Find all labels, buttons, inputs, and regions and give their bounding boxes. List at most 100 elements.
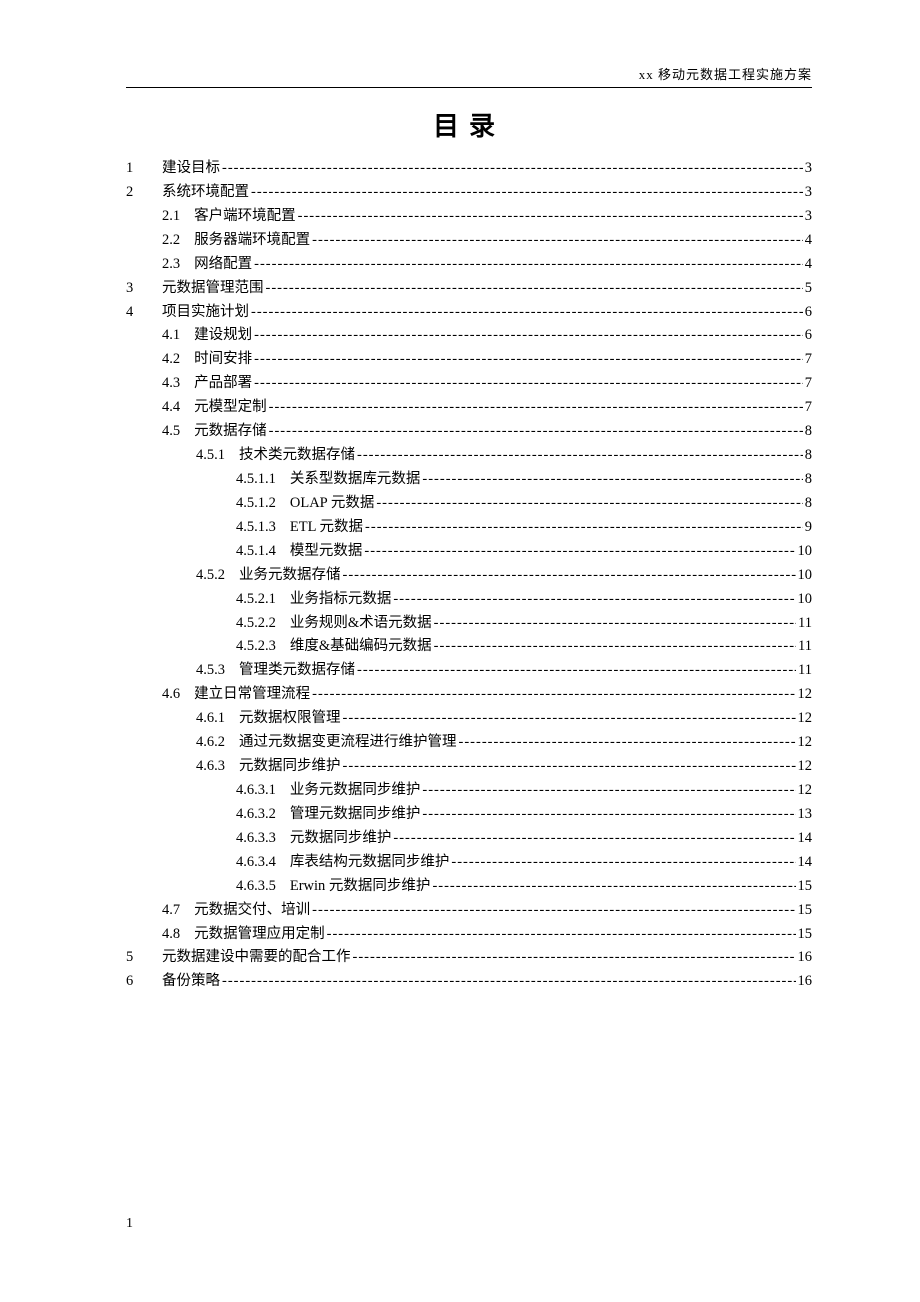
toc-leader — [269, 396, 803, 420]
toc-entry: 4.6建立日常管理流程12 — [126, 683, 812, 707]
toc-section-number: 4.5.1.3 — [236, 516, 290, 540]
toc-page-number: 10 — [796, 588, 813, 612]
toc-section-title: 元数据交付、培训 — [194, 899, 312, 923]
toc-entry: 4.5.1.3ETL 元数据 9 — [126, 516, 812, 540]
toc-leader — [327, 923, 796, 947]
toc-section-number: 4.6.3.2 — [236, 803, 290, 827]
toc-entry-body: 4.5.2.2业务规则&术语元数据11 — [162, 612, 812, 636]
toc-entry-body: 4.7元数据交付、培训15 — [162, 899, 812, 923]
toc-entry-body: 4.3产品部署 7 — [162, 372, 812, 396]
toc-leader — [222, 157, 803, 181]
toc-section-number: 4.6 — [162, 683, 194, 707]
toc-entry-body: 4.5.2.1业务指标元数据 10 — [162, 588, 812, 612]
toc-page-number: 3 — [803, 181, 812, 205]
toc-entry-body: 4.6建立日常管理流程12 — [162, 683, 812, 707]
toc-entry: 4.5.2.2业务规则&术语元数据11 — [126, 612, 812, 636]
toc-page-number: 5 — [803, 277, 812, 301]
toc-page-number: 8 — [803, 444, 812, 468]
toc-section-number: 2.1 — [162, 205, 194, 229]
toc-entry-body: 4.2时间安排 7 — [162, 348, 812, 372]
toc-leader — [251, 181, 803, 205]
toc-section-title: 元模型定制 — [194, 396, 269, 420]
toc-leader — [254, 348, 803, 372]
toc-section-title: 元数据管理应用定制 — [194, 923, 327, 947]
toc-entry: 2.3网络配置 4 — [126, 253, 812, 277]
toc-page-number: 13 — [796, 803, 813, 827]
toc-entry-body: 项目实施计划 6 — [162, 301, 812, 325]
toc-entry-body: 建设目标3 — [162, 157, 812, 181]
toc-leader — [254, 253, 803, 277]
toc-section-title: 通过元数据变更流程进行维护管理 — [239, 731, 459, 755]
toc-leader — [343, 564, 796, 588]
toc-section-title: 项目实施计划 — [162, 301, 251, 325]
toc-section-number: 4.6.1 — [196, 707, 239, 731]
toc-entry-body: 4.6.3.2管理元数据同步维护 13 — [162, 803, 812, 827]
toc-entry-body: 4.6.3.4库表结构元数据同步维护 14 — [162, 851, 812, 875]
toc-page-number: 7 — [803, 348, 812, 372]
toc-leader — [376, 492, 802, 516]
toc-leader — [393, 827, 795, 851]
toc-section-number: 4.6.3 — [196, 755, 239, 779]
toc-page-number: 6 — [803, 301, 812, 325]
toc-entry: 4.6.3.3元数据同步维护 14 — [126, 827, 812, 851]
toc-entry-body: 4.5.1.1关系型数据库元数据8 — [162, 468, 812, 492]
toc-leader — [422, 803, 795, 827]
toc-section-title: 元数据同步维护 — [290, 827, 394, 851]
toc-entry: 4.6.3.5Erwin 元数据同步维护 15 — [126, 875, 812, 899]
toc-page-number: 11 — [796, 635, 812, 659]
toc-page-number: 16 — [796, 946, 813, 970]
toc-section-number: 4.5.2.2 — [236, 612, 290, 636]
toc-section-title: 客户端环境配置 — [194, 205, 298, 229]
toc-entry: 3元数据管理范围 5 — [126, 277, 812, 301]
toc-leader — [269, 420, 803, 444]
toc-entry: 4.2时间安排 7 — [126, 348, 812, 372]
toc-entry: 4.5元数据存储 8 — [126, 420, 812, 444]
toc-page-number: 12 — [796, 731, 813, 755]
toc-leader — [357, 659, 796, 683]
toc-entry-body: 系统环境配置3 — [162, 181, 812, 205]
toc-page-number: 3 — [803, 205, 812, 229]
toc-top-number: 3 — [126, 277, 162, 301]
toc-section-number: 4.8 — [162, 923, 194, 947]
toc-section-title: OLAP 元数据 — [290, 492, 376, 516]
toc-section-title: 元数据存储 — [194, 420, 269, 444]
toc-entry-body: 元数据建设中需要的配合工作 16 — [162, 946, 812, 970]
toc-leader — [353, 946, 796, 970]
toc-entry-body: 2.2服务器端环境配置 4 — [162, 229, 812, 253]
toc-entry: 4.6.3.4库表结构元数据同步维护 14 — [126, 851, 812, 875]
toc-section-number: 4.7 — [162, 899, 194, 923]
toc-section-title: 产品部署 — [194, 372, 254, 396]
toc-entry-body: 2.1客户端环境配置 3 — [162, 205, 812, 229]
toc-section-title: Erwin 元数据同步维护 — [290, 875, 433, 899]
toc-entry: 4.6.3.2管理元数据同步维护 13 — [126, 803, 812, 827]
toc-entry: 4.5.2业务元数据存储 10 — [126, 564, 812, 588]
toc-section-number: 4.6.3.5 — [236, 875, 290, 899]
toc-section-number: 4.5.3 — [196, 659, 239, 683]
toc-entry-body: 4.6.2通过元数据变更流程进行维护管理 12 — [162, 731, 812, 755]
toc-section-title: 元数据同步维护 — [239, 755, 343, 779]
toc-leader — [251, 301, 803, 325]
toc-entry-body: 4.5元数据存储 8 — [162, 420, 812, 444]
toc-page-number: 11 — [796, 659, 812, 683]
toc-section-title: 元数据管理范围 — [162, 277, 266, 301]
toc-section-number: 4.5.2.3 — [236, 635, 290, 659]
toc-entry-body: 4.6.3.3元数据同步维护 14 — [162, 827, 812, 851]
toc-page-number: 12 — [796, 779, 813, 803]
toc-entry: 2系统环境配置3 — [126, 181, 812, 205]
toc-entry-body: 4.6.3.1业务元数据同步维护 12 — [162, 779, 812, 803]
toc-section-title: 服务器端环境配置 — [194, 229, 312, 253]
toc-page-number: 11 — [796, 612, 812, 636]
toc-entry: 4.7元数据交付、培训15 — [126, 899, 812, 923]
toc-leader — [312, 683, 795, 707]
toc-page-number: 6 — [803, 324, 812, 348]
toc-section-number: 4.6.2 — [196, 731, 239, 755]
toc-top-number: 5 — [126, 946, 162, 970]
toc-entry-body: 备份策略 16 — [162, 970, 812, 994]
toc-section-title: 建设目标 — [162, 157, 222, 181]
toc-section-number: 4.1 — [162, 324, 194, 348]
toc-section-number: 4.2 — [162, 348, 194, 372]
toc-entry: 4.5.2.1业务指标元数据 10 — [126, 588, 812, 612]
toc-leader — [298, 205, 803, 229]
toc-entry-body: 4.5.1.2OLAP 元数据 8 — [162, 492, 812, 516]
toc-top-number: 6 — [126, 970, 162, 994]
